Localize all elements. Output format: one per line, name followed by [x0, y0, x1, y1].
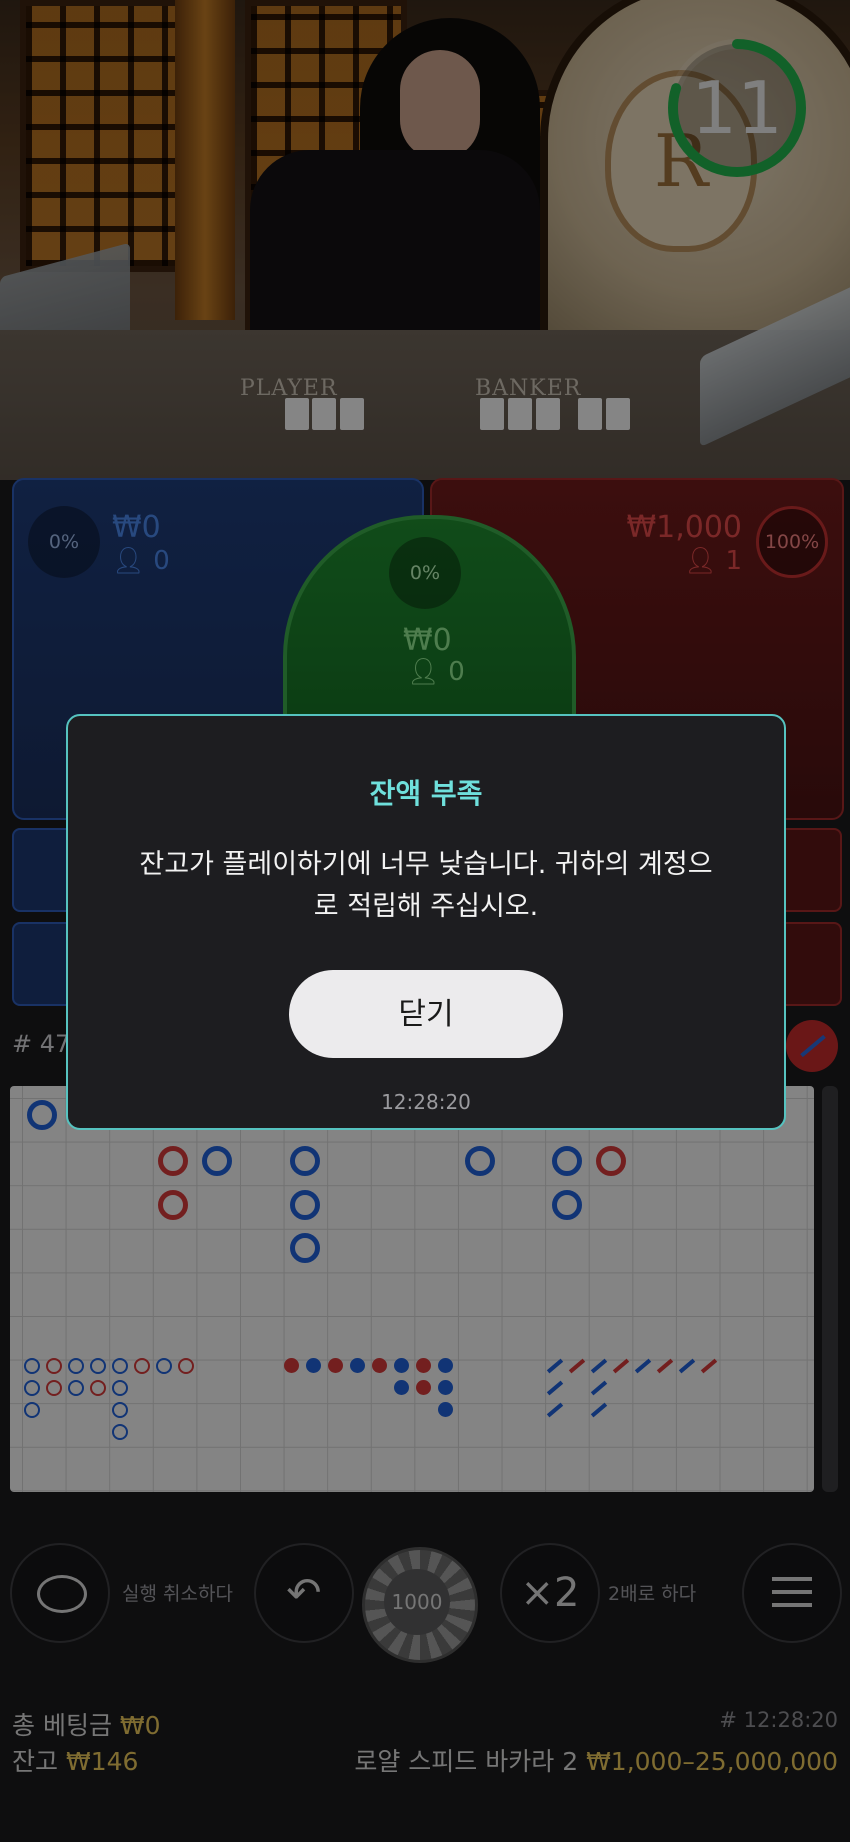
- close-button[interactable]: 닫기: [289, 970, 563, 1058]
- insufficient-balance-dialog: 잔액 부족 잔고가 플레이하기에 너무 낮습니다. 귀하의 계정으로 적립해 주…: [66, 714, 786, 1130]
- dialog-title: 잔액 부족: [369, 777, 483, 810]
- dialog-time: 12:28:20: [381, 1090, 471, 1114]
- dialog-message: 잔고가 플레이하기에 너무 낮습니다. 귀하의 계정으로 적립해 주십시오.: [139, 849, 713, 922]
